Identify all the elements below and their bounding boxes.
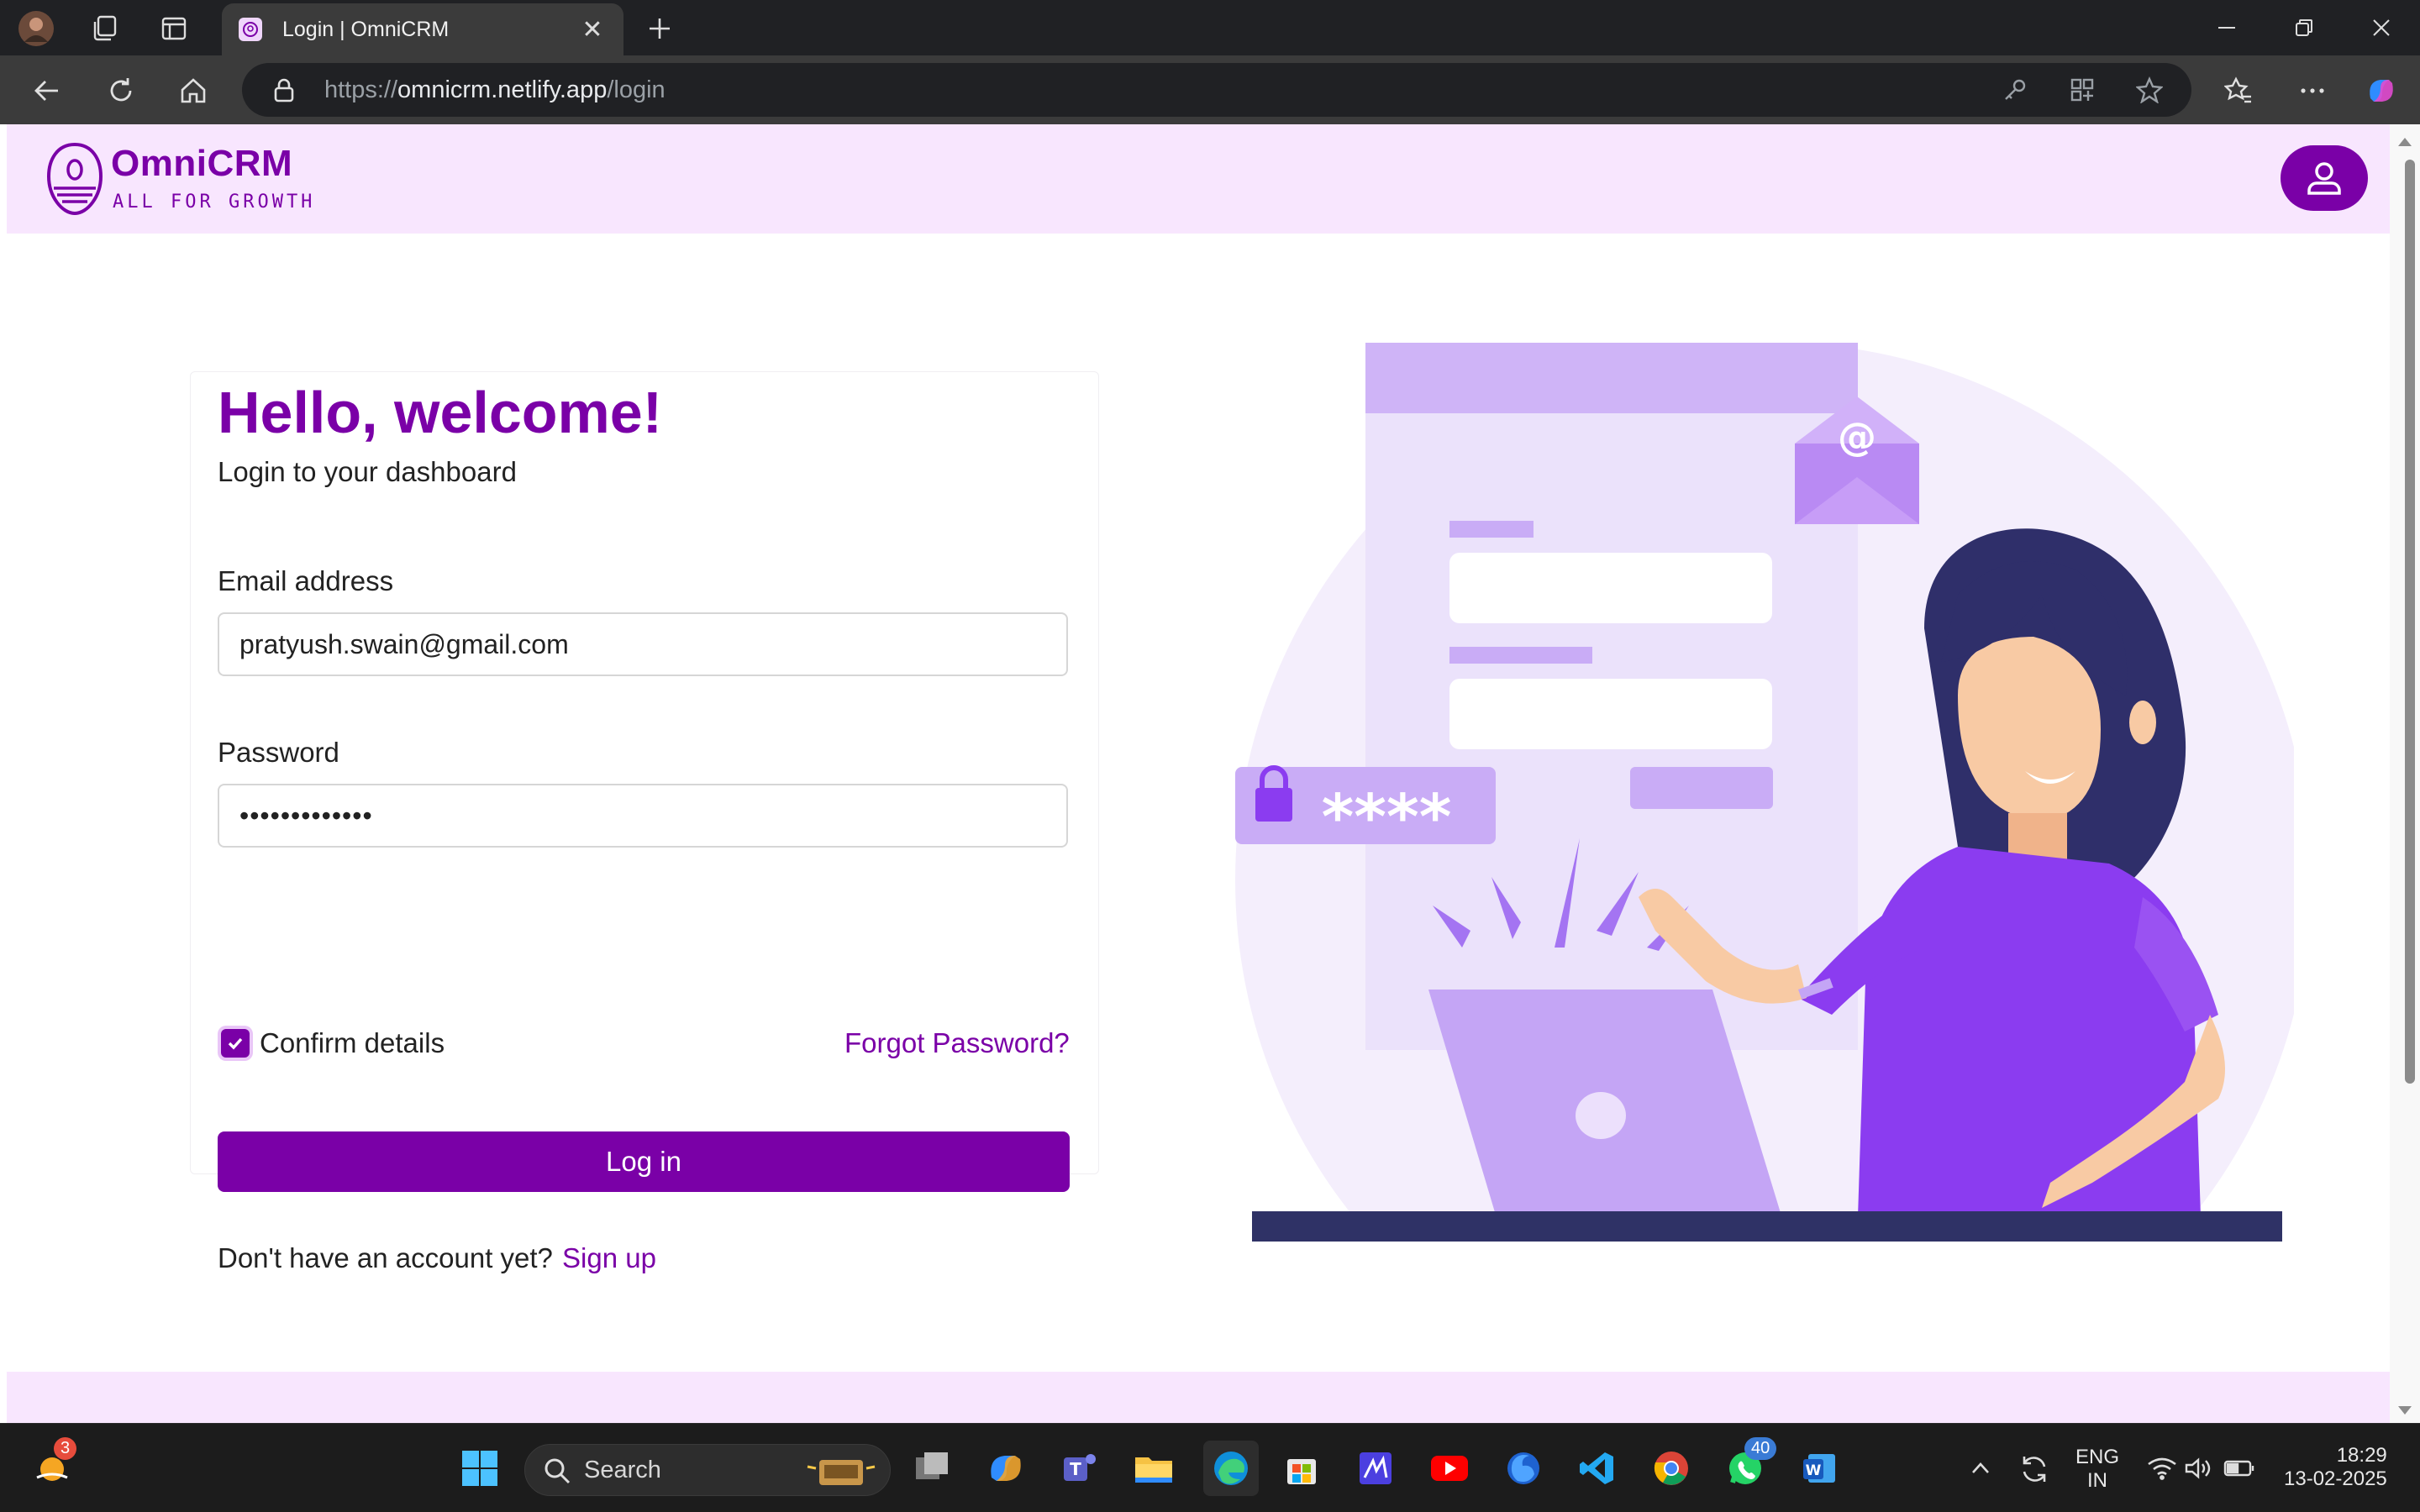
omnicrm-favicon-icon: [239, 18, 262, 41]
youtube-icon[interactable]: [1425, 1444, 1474, 1493]
brand-name: OmniCRM: [111, 143, 293, 184]
more-options-icon[interactable]: [2292, 71, 2333, 111]
minimize-icon[interactable]: [2188, 0, 2265, 55]
scrollbar-thumb[interactable]: [2405, 160, 2415, 1084]
site-footer: [7, 1372, 2390, 1423]
search-icon: [544, 1458, 571, 1484]
login-button[interactable]: Log in: [218, 1131, 1070, 1192]
clock[interactable]: 18:29 13-02-2025: [2284, 1444, 2387, 1491]
whatsapp-badge: 40: [1744, 1437, 1777, 1460]
tab-login-omnicrm[interactable]: Login | OmniCRM ✕: [222, 3, 623, 55]
url-text[interactable]: https://omnicrm.netlify.app/login: [324, 76, 666, 104]
vscode-icon[interactable]: [1573, 1444, 1622, 1493]
battery-icon[interactable]: [2215, 1444, 2264, 1493]
taskbar-search[interactable]: Search: [524, 1444, 891, 1496]
start-windows-icon[interactable]: [455, 1444, 504, 1493]
sync-status-icon[interactable]: [2010, 1444, 2059, 1493]
workspaces-icon[interactable]: [86, 9, 124, 48]
app-available-icon[interactable]: [2064, 71, 2101, 108]
microsoft-store-icon[interactable]: [1277, 1444, 1326, 1493]
back-arrow-icon[interactable]: [27, 71, 67, 111]
show-hidden-icons-chevron[interactable]: [1956, 1444, 2005, 1493]
teams-icon[interactable]: T: [1055, 1444, 1104, 1493]
edge-browser-icon[interactable]: [1203, 1441, 1259, 1496]
welcome-heading: Hello, welcome!: [218, 380, 663, 445]
vertical-tabs-icon[interactable]: [155, 9, 193, 48]
browser-toolbar: https://omnicrm.netlify.app/login: [0, 55, 2420, 124]
confirm-details-label[interactable]: Confirm details: [260, 1027, 445, 1059]
chrome-icon[interactable]: [1647, 1444, 1696, 1493]
svg-text:W: W: [1806, 1462, 1822, 1479]
page-viewport: OmniCRM ALL FOR GROWTH Hello, welcome! L…: [7, 124, 2390, 1423]
copilot-app-icon[interactable]: [981, 1444, 1030, 1493]
close-tab-icon[interactable]: ✕: [578, 15, 607, 45]
user-account-button[interactable]: [2281, 145, 2368, 211]
password-mask-text: ****: [1322, 781, 1452, 853]
new-tab-icon[interactable]: [640, 9, 679, 48]
forgot-password-link[interactable]: Forgot Password?: [844, 1027, 1070, 1059]
favorite-star-icon[interactable]: [2131, 71, 2168, 108]
profile-avatar-icon[interactable]: [17, 9, 55, 48]
productivity-app-icon[interactable]: [1351, 1444, 1400, 1493]
email-field[interactable]: [218, 612, 1068, 676]
brand-tagline: ALL FOR GROWTH: [113, 192, 316, 213]
weather-badge: 3: [54, 1437, 77, 1460]
windows-taskbar: 3 Search T 40 W ENG IN 18:29 13-02-2025: [0, 1423, 2420, 1512]
firefox-icon[interactable]: [1499, 1444, 1548, 1493]
checkmark-icon: [228, 1037, 243, 1050]
search-highlight-icon: [807, 1460, 876, 1485]
copilot-icon[interactable]: [2361, 71, 2402, 111]
browser-tab-bar: Login | OmniCRM ✕: [0, 0, 2420, 55]
site-header: OmniCRM ALL FOR GROWTH: [7, 124, 2390, 234]
login-subtitle: Login to your dashboard: [218, 456, 517, 487]
email-at-symbol: @: [1838, 414, 1876, 459]
clock-time: 18:29: [2336, 1444, 2387, 1467]
refresh-icon[interactable]: [101, 71, 141, 111]
user-icon: [2307, 162, 2341, 195]
restore-icon[interactable]: [2265, 0, 2343, 55]
scroll-down-icon[interactable]: [2390, 1398, 2420, 1423]
password-label: Password: [218, 737, 339, 768]
login-illustration: @ ****: [1235, 343, 2294, 1242]
confirm-details-checkbox[interactable]: [221, 1029, 250, 1058]
clock-date: 13-02-2025: [2284, 1467, 2387, 1490]
address-bar[interactable]: https://omnicrm.netlify.app/login: [242, 63, 2191, 117]
tab-title: Login | OmniCRM: [282, 17, 450, 41]
weather-widget-icon[interactable]: 3: [29, 1437, 77, 1493]
close-window-icon[interactable]: [2343, 0, 2420, 55]
omnicrm-logo-icon: [46, 142, 103, 216]
task-view-icon[interactable]: [908, 1444, 956, 1493]
password-key-icon[interactable]: [1996, 71, 2033, 108]
scroll-up-icon[interactable]: [2390, 129, 2420, 155]
language-indicator[interactable]: ENG IN: [2075, 1446, 2119, 1493]
signup-link[interactable]: Sign up: [562, 1242, 656, 1274]
home-icon[interactable]: [173, 71, 213, 111]
password-field[interactable]: [218, 784, 1068, 848]
no-account-text: Don't have an account yet?: [218, 1242, 553, 1273]
email-label: Email address: [218, 565, 394, 596]
file-explorer-icon[interactable]: [1129, 1444, 1178, 1493]
brand-logo[interactable]: OmniCRM ALL FOR GROWTH: [45, 141, 312, 218]
word-icon[interactable]: W: [1795, 1444, 1844, 1493]
favorites-icon[interactable]: [2218, 71, 2259, 111]
svg-text:T: T: [1070, 1459, 1081, 1479]
login-card: Hello, welcome! Login to your dashboard …: [190, 371, 1099, 1273]
lock-icon[interactable]: [266, 71, 302, 108]
whatsapp-icon[interactable]: 40: [1721, 1437, 1777, 1493]
search-placeholder: Search: [584, 1457, 661, 1483]
